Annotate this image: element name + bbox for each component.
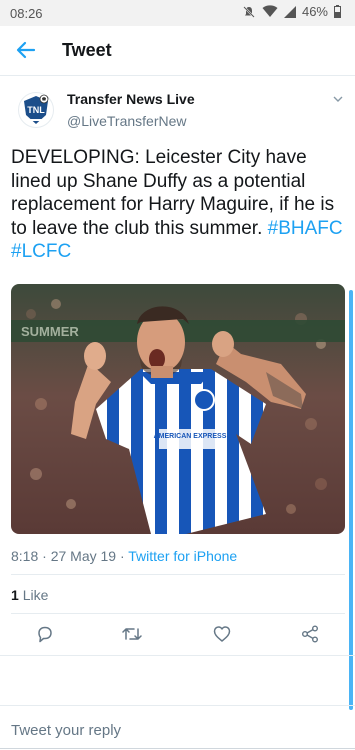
sponsor-text: AMERICAN EXPRESS <box>154 433 227 440</box>
heart-icon <box>213 626 231 642</box>
hashtag-link[interactable]: #LCFC <box>11 241 71 262</box>
status-icons: 46% <box>242 4 341 19</box>
mute-bell-icon <box>243 5 255 18</box>
chevron-down-icon[interactable] <box>331 92 345 106</box>
tweet-meta: 8:18 · 27 May 19 · Twitter for iPhone <box>11 548 237 564</box>
divider <box>11 574 345 575</box>
likes-count[interactable]: 1 Like <box>11 587 48 603</box>
reply-composer[interactable]: Tweet your reply <box>0 705 355 750</box>
retweet-icon <box>122 628 142 640</box>
battery-icon <box>334 5 341 18</box>
retweet-button[interactable] <box>120 622 144 646</box>
status-time: 08:26 <box>10 6 43 21</box>
back-arrow-icon[interactable] <box>14 38 38 62</box>
svg-text:TNL: TNL <box>27 105 45 115</box>
tweet-time: 8:18 <box>11 548 39 564</box>
tweet-text: DEVELOPING: Leicester City have lined up… <box>11 146 347 264</box>
tnl-logo-icon: TNL <box>24 94 49 124</box>
tweet-actions <box>0 622 355 650</box>
reply-button[interactable] <box>33 622 57 646</box>
like-button[interactable] <box>210 622 234 646</box>
hashtag-link[interactable]: #BHAFC <box>268 218 343 239</box>
author-name[interactable]: Transfer News Live <box>67 91 195 107</box>
reply-input-underline <box>0 748 355 749</box>
avatar[interactable]: TNL <box>18 92 54 128</box>
tweet-date: 27 May 19 <box>50 548 117 564</box>
battery-percent: 46% <box>301 4 328 19</box>
author-handle[interactable]: @LiveTransferNew <box>67 113 187 129</box>
tweet-image[interactable]: SUMMER AMERICAN EXPRESS <box>11 284 345 534</box>
page-title: Tweet <box>62 40 112 60</box>
share-button[interactable] <box>298 622 322 646</box>
tweet-source-link[interactable]: Twitter for iPhone <box>128 548 237 564</box>
reply-input[interactable]: Tweet your reply <box>11 722 121 739</box>
meta-separator: · <box>119 548 125 564</box>
divider <box>11 613 345 614</box>
reply-icon <box>38 626 52 643</box>
football-player-photo: SUMMER AMERICAN EXPRESS <box>11 284 345 534</box>
status-bar: 08:26 46% <box>0 0 355 26</box>
divider <box>0 655 355 656</box>
stadium-banner-text: SUMMER <box>21 324 79 339</box>
wifi-icon <box>262 5 278 17</box>
share-icon <box>302 625 318 643</box>
likes-number: 1 <box>11 587 19 603</box>
likes-label: Like <box>22 587 49 603</box>
meta-separator: · <box>42 548 47 564</box>
signal-icon <box>283 5 296 18</box>
tweet-author: TNL Transfer News Live @LiveTransferNew <box>0 88 355 138</box>
app-bar: Tweet <box>0 26 355 76</box>
